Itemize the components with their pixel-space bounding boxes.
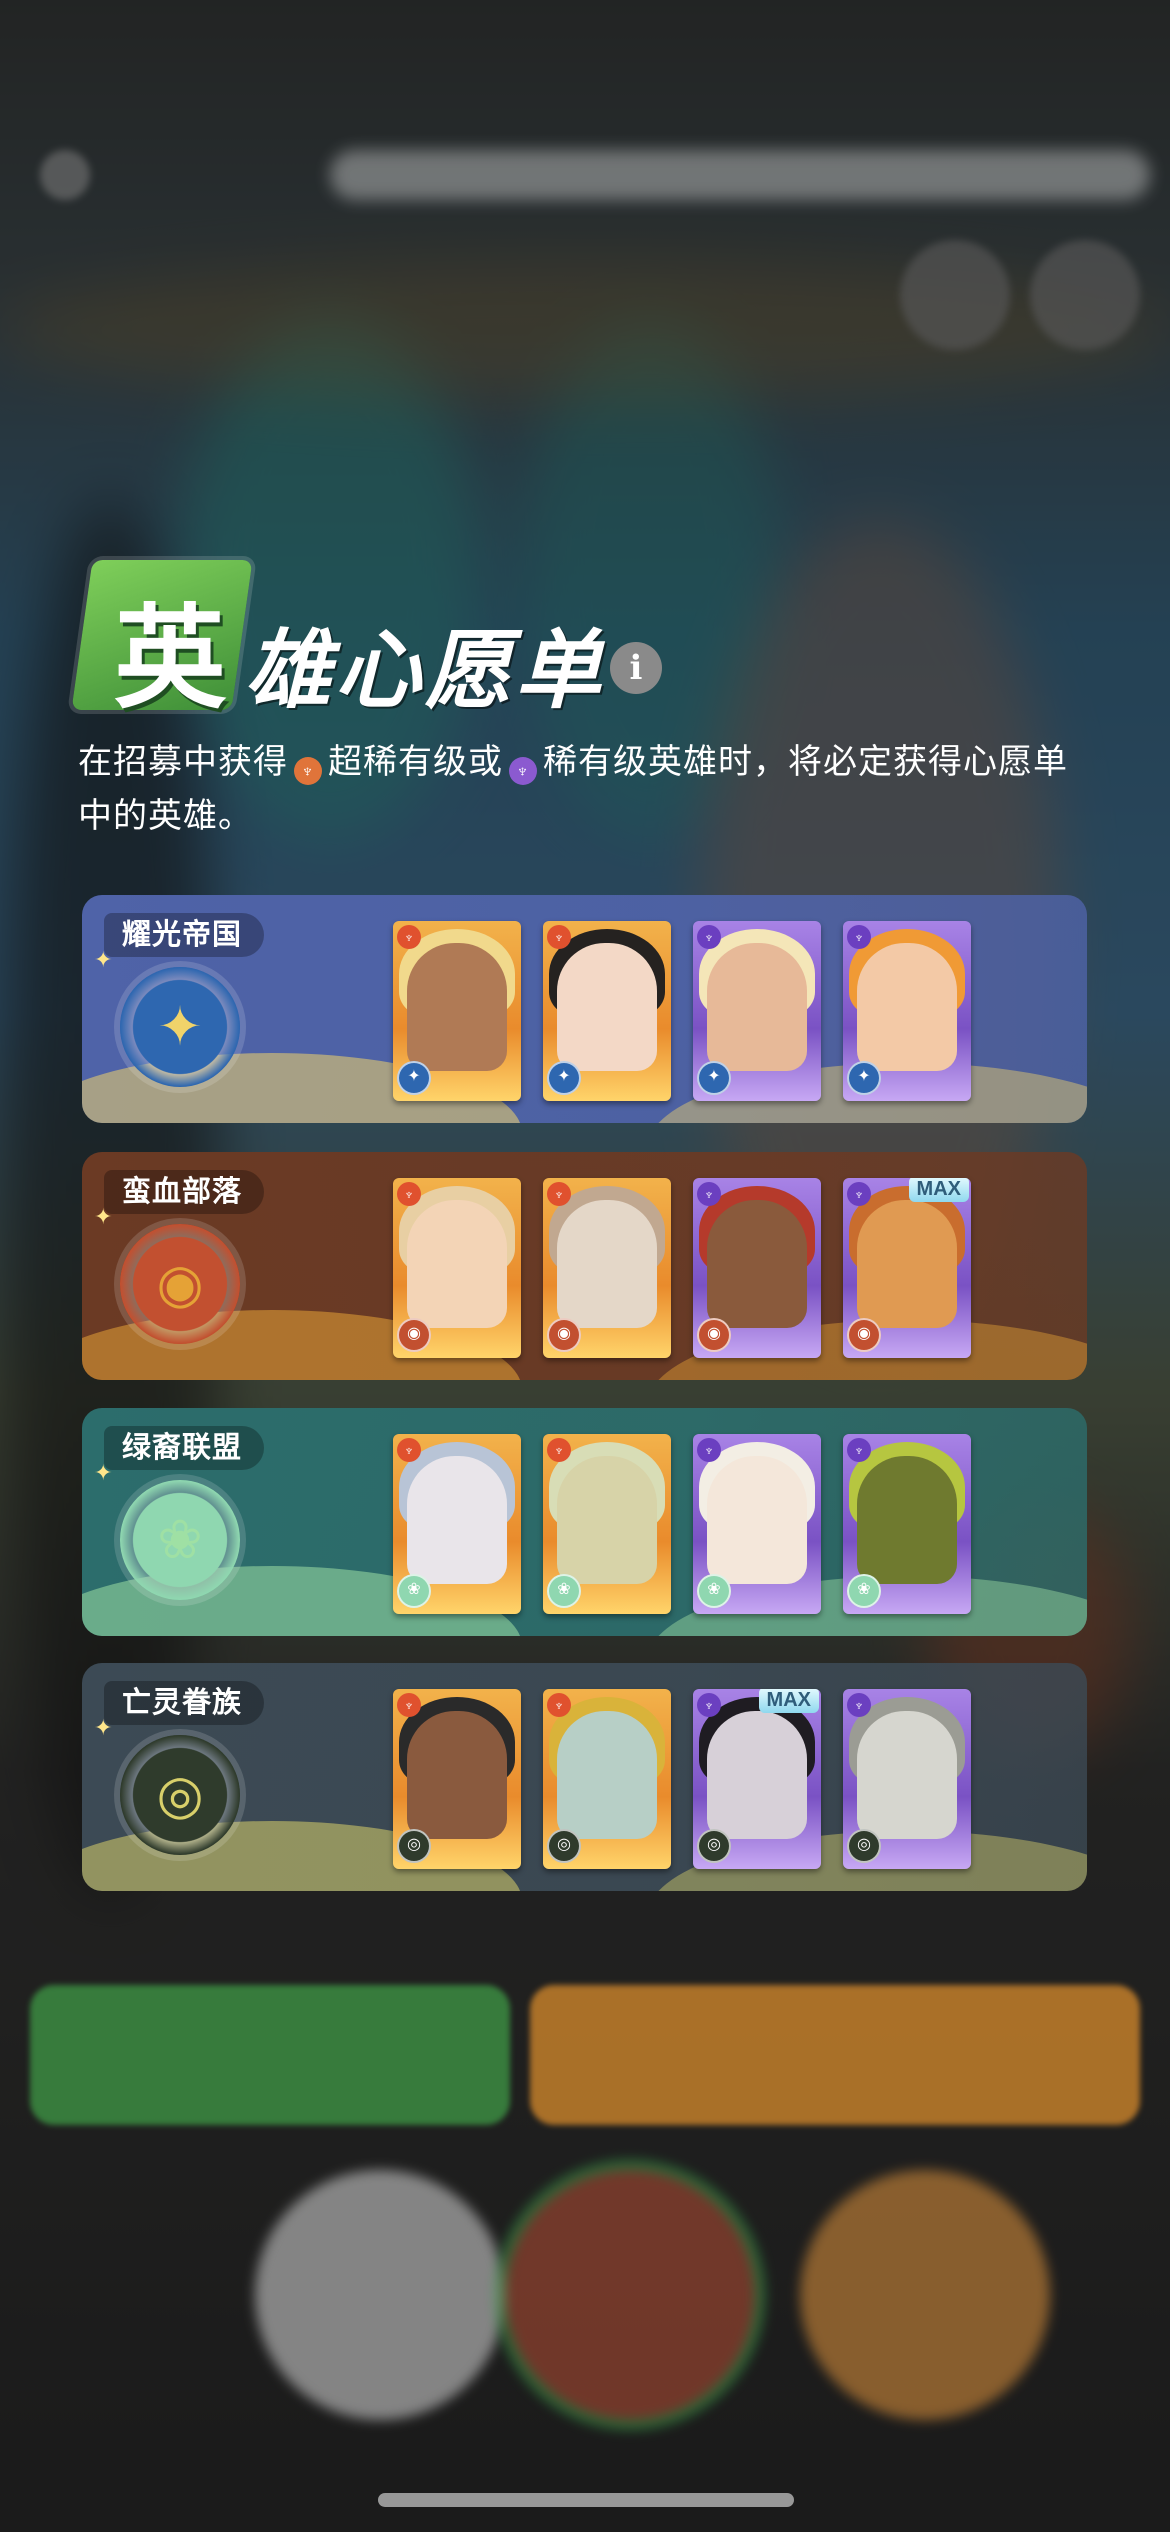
hero-card[interactable]: ♆ ✦ [543, 921, 671, 1101]
faction-name: 绿裔联盟 [104, 1426, 265, 1470]
rare-icon: ♆ [509, 757, 537, 785]
super-rare-icon: ♆ [547, 1182, 571, 1206]
target-icon: ◉ [120, 1224, 240, 1344]
hero-card[interactable]: ♆ ◎ [543, 1689, 671, 1869]
rare-icon: ♆ [697, 1693, 721, 1717]
rare-icon: ♆ [697, 1438, 721, 1462]
faction-badge-icon: ◉ [847, 1318, 881, 1352]
blurred-avatar [800, 2170, 1050, 2420]
desc-part1: 在招募中获得 [78, 743, 288, 781]
faction-badge-icon: ◉ [697, 1318, 731, 1352]
hero-face [557, 1711, 657, 1839]
hero-face [857, 1456, 957, 1584]
hero-card[interactable]: ♆ ✦ [693, 921, 821, 1101]
wishlist-title: 英 雄心愿单 i [70, 560, 770, 724]
hero-face [857, 1200, 957, 1328]
lotus-icon: ❀ [120, 1480, 240, 1600]
hero-face [857, 1711, 957, 1839]
desc-super-rare: 超稀有级 [328, 743, 468, 781]
super-rare-icon: ♆ [294, 757, 322, 785]
hero-card[interactable]: ♆ ✦ [843, 921, 971, 1101]
super-rare-icon: ♆ [397, 1693, 421, 1717]
faction-badge-icon: ❀ [397, 1574, 431, 1608]
sparkle-icon: ✦ [94, 1715, 113, 1740]
faction-name: 蛮血部落 [104, 1170, 265, 1214]
faction-badge-icon: ◎ [547, 1829, 581, 1863]
hero-card[interactable]: ♆ ❀ [693, 1434, 821, 1614]
title-first-char: 英 [114, 593, 226, 724]
hero-card[interactable]: ♆ ✦ [393, 921, 521, 1101]
rare-icon: ♆ [847, 1693, 871, 1717]
hero-card[interactable]: ♆ ◎ [843, 1689, 971, 1869]
faction-panel: 蛮血部落 ✦ ◉ ♆ ◉ ♆ ◉ ♆ ◉ ♆ ◉ MAX [82, 1152, 1087, 1380]
rare-icon: ♆ [847, 925, 871, 949]
hero-card[interactable]: ♆ ◉ MAX [843, 1178, 971, 1358]
sparkle-icon: ✦ [94, 1204, 113, 1229]
faction-badge-icon: ◉ [397, 1318, 431, 1352]
max-badge: MAX [758, 1689, 819, 1713]
super-rare-icon: ♆ [547, 1438, 571, 1462]
hero-card[interactable]: ♆ ◎ [393, 1689, 521, 1869]
hero-face [557, 1200, 657, 1328]
recruit-one-button [30, 1985, 510, 2125]
faction-panel: 耀光帝国 ✦ ✦ ♆ ✦ ♆ ✦ ♆ ✦ ♆ ✦ [82, 895, 1087, 1123]
faction-name: 亡灵眷族 [104, 1681, 265, 1725]
faction-badge-icon: ◎ [397, 1829, 431, 1863]
hero-card[interactable]: ♆ ❀ [393, 1434, 521, 1614]
faction-badge-icon: ✦ [397, 1061, 431, 1095]
compass-star-icon: ✦ [120, 967, 240, 1087]
hero-face [707, 1711, 807, 1839]
hero-face [557, 1456, 657, 1584]
hero-card[interactable]: ♆ ◉ [393, 1178, 521, 1358]
title-text: 雄心愿单 [245, 620, 605, 721]
home-indicator [378, 2493, 794, 2507]
info-icon[interactable]: i [610, 642, 662, 694]
faction-panel: 绿裔联盟 ✦ ❀ ♆ ❀ ♆ ❀ ♆ ❀ ♆ ❀ [82, 1408, 1087, 1636]
faction-badge-icon: ❀ [847, 1574, 881, 1608]
super-rare-icon: ♆ [547, 925, 571, 949]
super-rare-icon: ♆ [397, 1438, 421, 1462]
hero-face [707, 943, 807, 1071]
sparkle-icon: ✦ [94, 1460, 113, 1485]
hero-face [707, 1456, 807, 1584]
faction-badge-icon: ✦ [847, 1061, 881, 1095]
desc-part2: 或 [468, 743, 503, 781]
rare-icon: ♆ [847, 1182, 871, 1206]
super-rare-icon: ♆ [397, 1182, 421, 1206]
hero-face [857, 943, 957, 1071]
hero-face [407, 1711, 507, 1839]
hero-face [407, 1456, 507, 1584]
faction-badge-icon: ✦ [547, 1061, 581, 1095]
hero-face [707, 1200, 807, 1328]
blurred-avatar [255, 2170, 505, 2420]
hero-card[interactable]: ♆ ◉ [693, 1178, 821, 1358]
eye-icon: ◎ [120, 1735, 240, 1855]
super-rare-icon: ♆ [397, 925, 421, 949]
faction-badge-icon: ❀ [547, 1574, 581, 1608]
faction-badge-icon: ❀ [697, 1574, 731, 1608]
rare-icon: ♆ [697, 1182, 721, 1206]
description: 在招募中获得 ♆ 超稀有级或 ♆ 稀有级英雄时，将必定获得心愿单中的英雄。 [78, 735, 1098, 843]
faction-panel: 亡灵眷族 ✦ ◎ ♆ ◎ ♆ ◎ ♆ ◎ MAX ♆ ◎ [82, 1663, 1087, 1891]
hero-face [407, 1200, 507, 1328]
rare-icon: ♆ [697, 925, 721, 949]
blurred-avatar [505, 2170, 755, 2420]
hero-face [407, 943, 507, 1071]
faction-badge-icon: ◎ [847, 1829, 881, 1863]
super-rare-icon: ♆ [547, 1693, 571, 1717]
hero-card[interactable]: ♆ ◎ MAX [693, 1689, 821, 1869]
faction-name: 耀光帝国 [104, 913, 265, 957]
hero-card[interactable]: ♆ ❀ [843, 1434, 971, 1614]
rare-icon: ♆ [847, 1438, 871, 1462]
sparkle-icon: ✦ [94, 947, 113, 972]
faction-badge-icon: ◎ [697, 1829, 731, 1863]
faction-badge-icon: ✦ [697, 1061, 731, 1095]
hero-card[interactable]: ♆ ◉ [543, 1178, 671, 1358]
faction-badge-icon: ◉ [547, 1318, 581, 1352]
hero-face [557, 943, 657, 1071]
recruit-ten-button [530, 1985, 1140, 2125]
hero-card[interactable]: ♆ ❀ [543, 1434, 671, 1614]
max-badge: MAX [908, 1178, 969, 1202]
